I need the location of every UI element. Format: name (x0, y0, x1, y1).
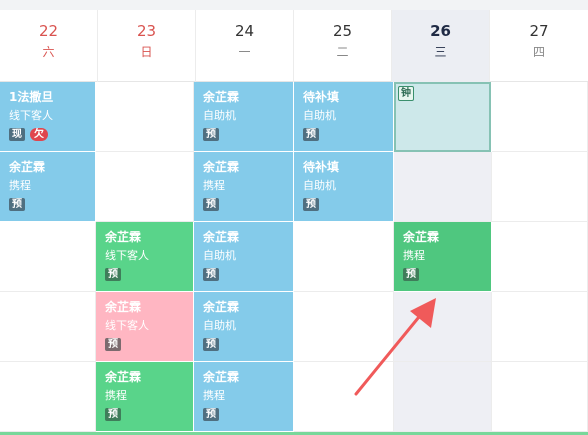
annotation-arrow (354, 298, 436, 396)
arrow-shaft (354, 310, 425, 396)
